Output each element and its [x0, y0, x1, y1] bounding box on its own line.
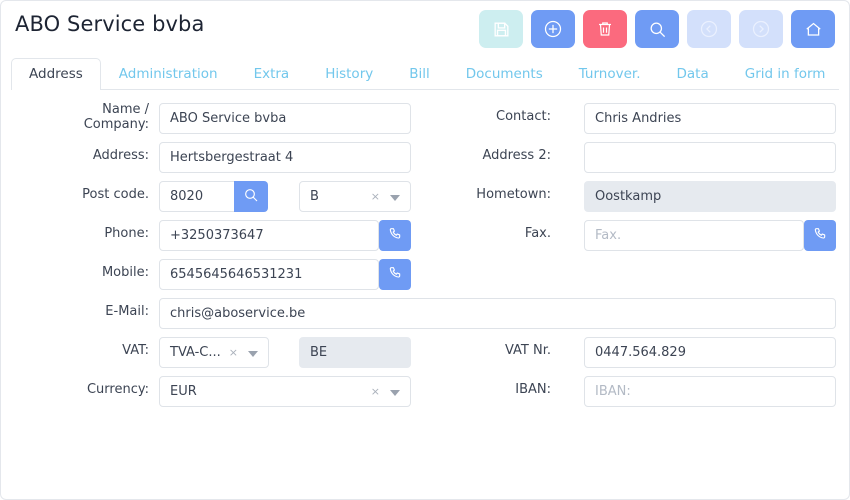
search-icon [648, 20, 667, 39]
mobile-call-button[interactable] [379, 259, 411, 290]
tab-bar: Address Administration Extra History Bil… [11, 57, 849, 90]
phone-icon [387, 226, 403, 245]
fax-input[interactable] [584, 220, 804, 251]
phone-icon [387, 265, 403, 284]
country-clear-icon[interactable]: × [371, 182, 380, 211]
address2-label: Address 2: [482, 148, 551, 163]
contact-input[interactable] [584, 103, 836, 134]
delete-button[interactable] [583, 10, 627, 48]
form-row-name: Name / Company: Contact: [1, 97, 849, 136]
currency-clear-icon[interactable]: × [371, 377, 380, 406]
hometown-input [584, 181, 836, 212]
currency-label: Currency: [86, 382, 149, 397]
tab-address[interactable]: Address [11, 58, 101, 90]
postcode-input[interactable] [159, 181, 235, 212]
name-company-input[interactable] [159, 103, 411, 134]
postcode-label: Post code. [82, 187, 149, 202]
form-row-postcode: Post code. B × Hometown: [1, 175, 849, 214]
form-row-address: Address: Address 2: [1, 136, 849, 175]
form-row-vat: VAT: TVA-C... × VAT Nr. [1, 331, 849, 370]
iban-input[interactable] [584, 376, 836, 407]
tab-extra[interactable]: Extra [236, 58, 308, 90]
phone-input[interactable] [159, 220, 379, 251]
fax-call-button[interactable] [804, 220, 836, 251]
phone-call-button[interactable] [379, 220, 411, 251]
save-button[interactable] [479, 10, 523, 48]
mobile-input[interactable] [159, 259, 379, 290]
add-button[interactable] [531, 10, 575, 48]
chevron-right-circle-icon [751, 19, 771, 39]
home-button[interactable] [791, 10, 835, 48]
tab-data[interactable]: Data [659, 58, 727, 90]
tab-documents[interactable]: Documents [448, 58, 561, 90]
search-icon [243, 187, 259, 206]
trash-icon [596, 20, 614, 38]
contact-label: Contact: [496, 109, 551, 124]
address-input[interactable] [159, 142, 411, 173]
currency-select[interactable]: EUR × [159, 376, 411, 407]
iban-label: IBAN: [515, 382, 551, 397]
tab-bar-divider [11, 89, 839, 90]
postcode-search-button[interactable] [234, 181, 268, 212]
address-label: Address: [92, 148, 149, 163]
mobile-label: Mobile: [101, 265, 149, 280]
tab-turnover[interactable]: Turnover. [561, 58, 659, 90]
search-button[interactable] [635, 10, 679, 48]
form-row-phone: Phone: Fax. [1, 214, 849, 253]
toolbar [479, 10, 835, 48]
prev-button[interactable] [687, 10, 731, 48]
address2-input[interactable] [584, 142, 836, 173]
plus-circle-icon [543, 19, 563, 39]
vat-nr-label: VAT Nr. [504, 343, 551, 358]
phone-icon [812, 226, 828, 245]
country-select-value: B [310, 189, 319, 204]
vat-select[interactable]: TVA-C... × [159, 337, 269, 368]
currency-select-value: EUR [170, 384, 197, 399]
customer-record-window: ABO Service bvba Address Administration … [0, 0, 850, 500]
vat-select-value: TVA-C... [170, 345, 221, 360]
vat-code-input [299, 337, 411, 368]
address-form: Name / Company: Contact: Address: Addres… [1, 97, 849, 409]
fax-label: Fax. [524, 226, 551, 241]
phone-label: Phone: [104, 226, 149, 241]
window-header: ABO Service bvba [1, 1, 849, 57]
next-button[interactable] [739, 10, 783, 48]
vat-label: VAT: [122, 343, 149, 358]
tab-grid-in-form[interactable]: Grid in form [727, 58, 844, 90]
form-row-currency: Currency: EUR × IBAN: [1, 370, 849, 409]
save-icon [492, 20, 511, 39]
name-company-label: Name / Company: [83, 102, 149, 132]
hometown-label: Hometown: [476, 187, 551, 202]
vat-nr-input[interactable] [584, 337, 836, 368]
tab-history[interactable]: History [307, 58, 391, 90]
chevron-left-circle-icon [699, 19, 719, 39]
email-label: E-Mail: [105, 304, 149, 319]
form-row-email: E-Mail: [1, 292, 849, 331]
page-title: ABO Service bvba [15, 12, 205, 36]
country-select[interactable]: B × [299, 181, 411, 212]
tab-administration[interactable]: Administration [101, 58, 236, 90]
vat-clear-icon[interactable]: × [229, 338, 238, 367]
home-icon [804, 20, 823, 39]
form-row-mobile: Mobile: [1, 253, 849, 292]
email-input[interactable] [159, 298, 836, 329]
tab-bill[interactable]: Bill [391, 58, 448, 90]
